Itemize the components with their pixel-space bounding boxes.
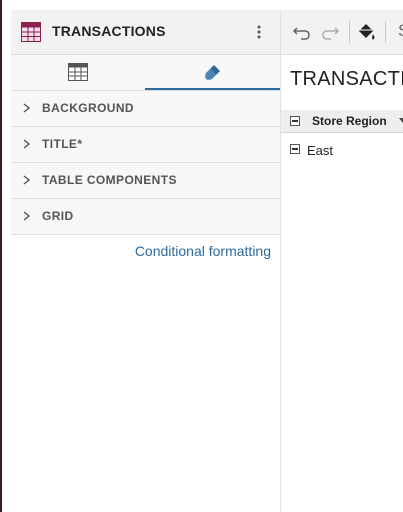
table-view: S TRANSACTIONS Store Region East: [281, 10, 403, 512]
format-panel: TRANSACTIONS BACKGROUND TITLE* TABLE COM…: [11, 10, 281, 512]
chevron-right-icon: [23, 139, 31, 149]
toolbar-separator: [349, 21, 350, 43]
section-table-components[interactable]: TABLE COMPONENTS: [11, 163, 280, 199]
paint-bucket-icon[interactable]: [356, 22, 376, 42]
panel-title: TRANSACTIONS: [52, 23, 166, 39]
conditional-formatting-link[interactable]: Conditional formatting: [135, 243, 271, 259]
section-label: TABLE COMPONENTS: [42, 173, 177, 187]
collapse-all-icon[interactable]: [290, 116, 300, 126]
toolbar: S: [281, 10, 403, 55]
section-label: TITLE*: [42, 137, 83, 151]
chevron-right-icon: [23, 103, 31, 113]
toolbar-truncated-item[interactable]: S: [398, 21, 403, 41]
table-icon: [21, 22, 41, 42]
section-grid[interactable]: GRID: [11, 199, 280, 235]
section-background[interactable]: BACKGROUND: [11, 91, 280, 127]
more-options-icon[interactable]: [252, 22, 266, 42]
toolbar-separator: [385, 21, 386, 43]
column-header-label: Store Region: [312, 114, 387, 128]
panel-header: TRANSACTIONS: [11, 10, 280, 55]
chevron-right-icon: [23, 175, 31, 185]
undo-icon[interactable]: [292, 22, 312, 42]
window-edge: [0, 0, 2, 512]
tab-table-layout[interactable]: [11, 55, 145, 90]
row-label: East: [307, 143, 334, 158]
table-title: TRANSACTIONS: [290, 68, 403, 90]
chevron-down-icon[interactable]: [399, 118, 403, 123]
redo-icon[interactable]: [320, 22, 340, 42]
chevron-right-icon: [23, 211, 31, 221]
tab-format[interactable]: [145, 55, 280, 90]
section-title[interactable]: TITLE*: [11, 127, 280, 163]
column-header: Store Region: [281, 110, 403, 133]
panel-tabs: [11, 55, 280, 91]
table-grid-icon: [68, 63, 88, 81]
paint-brush-icon: [204, 65, 220, 80]
section-label: GRID: [42, 209, 74, 223]
collapse-row-icon[interactable]: [290, 144, 300, 154]
section-label: BACKGROUND: [42, 101, 134, 115]
